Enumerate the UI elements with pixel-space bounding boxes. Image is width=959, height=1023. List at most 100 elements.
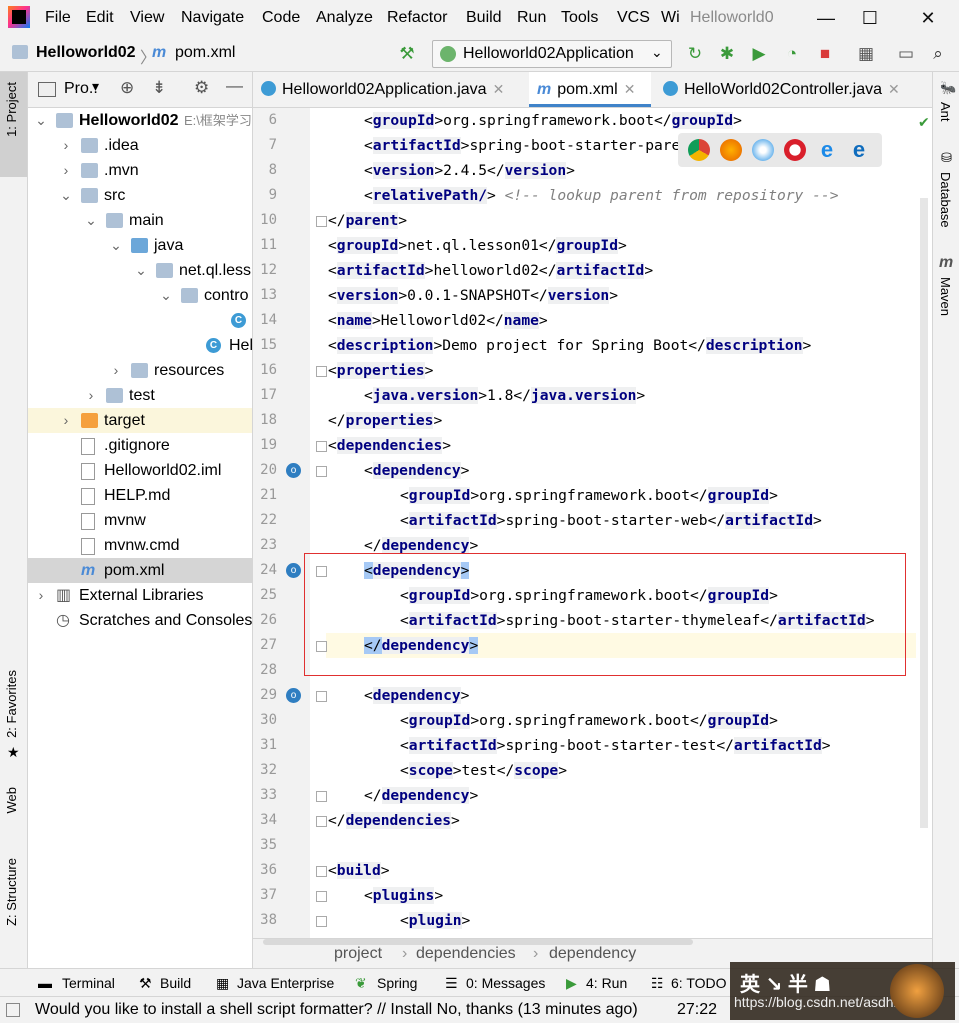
- tree-item[interactable]: › resources: [28, 358, 252, 383]
- chevron-down-icon[interactable]: ⌄: [109, 233, 123, 258]
- hammer-icon[interactable]: ⚒: [397, 44, 417, 64]
- ant-tool-tab[interactable]: Ant: [938, 102, 953, 122]
- collapse-all-icon[interactable]: ⇟: [152, 78, 166, 98]
- overridden-icon[interactable]: o: [286, 563, 301, 578]
- code-line[interactable]: <groupId>net.ql.lesson01</groupId>: [328, 233, 627, 258]
- structure-tool-tab[interactable]: Z: Structure: [4, 858, 19, 926]
- menu-code[interactable]: Code: [262, 9, 300, 27]
- code-line[interactable]: <scope>test</scope>: [400, 758, 567, 783]
- tool-tab-run[interactable]: 4: Run: [586, 975, 627, 991]
- tool-tab-terminal[interactable]: Terminal: [62, 975, 115, 991]
- maximize-icon[interactable]: ☐: [850, 4, 890, 32]
- code-line[interactable]: </dependencies>: [328, 808, 460, 833]
- menu-edit[interactable]: Edit: [86, 9, 114, 27]
- tree-item[interactable]: ⌄ src: [28, 183, 252, 208]
- code-line[interactable]: <name>Helloworld02</name>: [328, 308, 548, 333]
- tree-item[interactable]: ⌄ contro: [28, 283, 252, 308]
- close-tab-icon[interactable]: ✕: [493, 81, 505, 97]
- fold-marker-icon[interactable]: [316, 691, 327, 702]
- chevron-right-icon[interactable]: ›: [59, 133, 73, 158]
- rerun-icon[interactable]: ↻: [685, 44, 705, 64]
- fold-marker-icon[interactable]: [316, 366, 327, 377]
- fold-marker-icon[interactable]: [316, 441, 327, 452]
- fold-marker-icon[interactable]: [316, 566, 327, 577]
- fold-marker-icon[interactable]: [316, 866, 327, 877]
- chrome-icon[interactable]: [688, 139, 710, 161]
- code-line[interactable]: <build>: [328, 858, 390, 883]
- favorites-tool-tab[interactable]: 2: Favorites: [4, 670, 19, 738]
- code-line[interactable]: <groupId>org.springframework.boot</group…: [400, 483, 778, 508]
- code-line[interactable]: <plugin>: [400, 908, 470, 933]
- tree-item[interactable]: HELP.md: [28, 483, 252, 508]
- maven-tool-tab[interactable]: Maven: [938, 277, 953, 316]
- editor-scrollbar[interactable]: ✔: [916, 108, 932, 938]
- project-tool-tab[interactable]: 1: Project: [4, 82, 19, 137]
- tree-item[interactable]: mvnw: [28, 508, 252, 533]
- close-tab-icon[interactable]: ✕: [624, 81, 636, 97]
- tab-controller-java[interactable]: HelloWorld02Controller.java ✕: [663, 72, 928, 107]
- firefox-icon[interactable]: [720, 139, 742, 161]
- scrollbar-thumb[interactable]: [920, 198, 928, 828]
- code-line[interactable]: <plugins>: [364, 883, 443, 908]
- fold-marker-icon[interactable]: [316, 791, 327, 802]
- menu-refactor[interactable]: Refactor: [387, 9, 447, 27]
- code-line[interactable]: <artifactId>spring-boot-starter-test</ar…: [400, 733, 831, 758]
- close-icon[interactable]: ✕: [908, 4, 948, 32]
- project-structure-icon[interactable]: ▦: [856, 44, 876, 64]
- menu-build[interactable]: Build: [466, 9, 502, 27]
- opera-icon[interactable]: [784, 139, 806, 161]
- code-line[interactable]: <relativePath/> <!-- lookup parent from …: [364, 183, 838, 208]
- tree-item[interactable]: mvnw.cmd: [28, 533, 252, 558]
- close-tab-icon[interactable]: ✕: [888, 81, 900, 97]
- code-line[interactable]: <properties>: [328, 358, 433, 383]
- tree-item[interactable]: › target: [28, 408, 252, 433]
- menu-run[interactable]: Run: [517, 9, 546, 27]
- code-line[interactable]: <java.version>1.8</java.version>: [364, 383, 645, 408]
- chevron-right-icon[interactable]: ›: [84, 383, 98, 408]
- tree-item[interactable]: › .idea: [28, 133, 252, 158]
- fold-marker-icon[interactable]: [316, 641, 327, 652]
- code-line[interactable]: <version>2.4.5</version>: [364, 158, 575, 183]
- safari-icon[interactable]: [752, 139, 774, 161]
- fold-marker-icon[interactable]: [316, 891, 327, 902]
- code-line[interactable]: <groupId>org.springframework.boot</group…: [364, 108, 742, 133]
- caret-position[interactable]: 27:22: [677, 1001, 717, 1019]
- tab-application-java[interactable]: Helloworld02Application.java ✕: [261, 72, 526, 107]
- chevron-right-icon[interactable]: ›: [59, 158, 73, 183]
- tree-item[interactable]: m pom.xml: [28, 558, 252, 583]
- tool-tab-build[interactable]: Build: [160, 975, 191, 991]
- tree-item[interactable]: C Hellow: [28, 333, 252, 358]
- menu-tools[interactable]: Tools: [561, 9, 598, 27]
- breadcrumb-item[interactable]: project: [334, 945, 382, 963]
- status-message[interactable]: Would you like to install a shell script…: [35, 1001, 638, 1019]
- stop-icon[interactable]: ■: [815, 44, 835, 64]
- tree-item[interactable]: CHel: [28, 308, 252, 333]
- chevron-down-icon[interactable]: ⌄: [59, 183, 73, 208]
- code-line[interactable]: <dependency>: [364, 683, 469, 708]
- breadcrumb-item[interactable]: dependency: [549, 945, 636, 963]
- gear-icon[interactable]: ⚙: [194, 78, 209, 98]
- tree-item[interactable]: ⌄ java: [28, 233, 252, 258]
- menu-file[interactable]: File: [45, 9, 71, 27]
- menu-window[interactable]: Wi: [661, 9, 680, 27]
- tree-item[interactable]: › ▥ External Libraries: [28, 583, 252, 608]
- code-line[interactable]: <dependency>: [364, 458, 469, 483]
- code-line[interactable]: <version>0.0.1-SNAPSHOT</version>: [328, 283, 618, 308]
- ie-icon[interactable]: e: [816, 139, 838, 161]
- layout-toggle-icon[interactable]: [6, 1003, 20, 1017]
- chevron-down-icon[interactable]: ⌄: [34, 108, 48, 133]
- breadcrumb-project[interactable]: Helloworld02: [36, 44, 136, 62]
- search-icon[interactable]: ⌕: [928, 44, 948, 64]
- fold-marker-icon[interactable]: [316, 916, 327, 927]
- chevron-down-icon[interactable]: ⌄: [134, 258, 148, 283]
- debug-icon[interactable]: ✱: [717, 44, 737, 64]
- chevron-right-icon[interactable]: ›: [59, 408, 73, 433]
- fold-marker-icon[interactable]: [316, 466, 327, 477]
- edge-icon[interactable]: e: [848, 139, 870, 161]
- code-line[interactable]: <artifactId>helloworld02</artifactId>: [328, 258, 653, 283]
- profile-icon[interactable]: ◔: [782, 44, 802, 64]
- tree-item[interactable]: ⌄ main: [28, 208, 252, 233]
- code-line[interactable]: </properties>: [328, 408, 442, 433]
- tool-tab-todo[interactable]: 6: TODO: [671, 975, 727, 991]
- chevron-down-icon[interactable]: ▾: [92, 78, 99, 95]
